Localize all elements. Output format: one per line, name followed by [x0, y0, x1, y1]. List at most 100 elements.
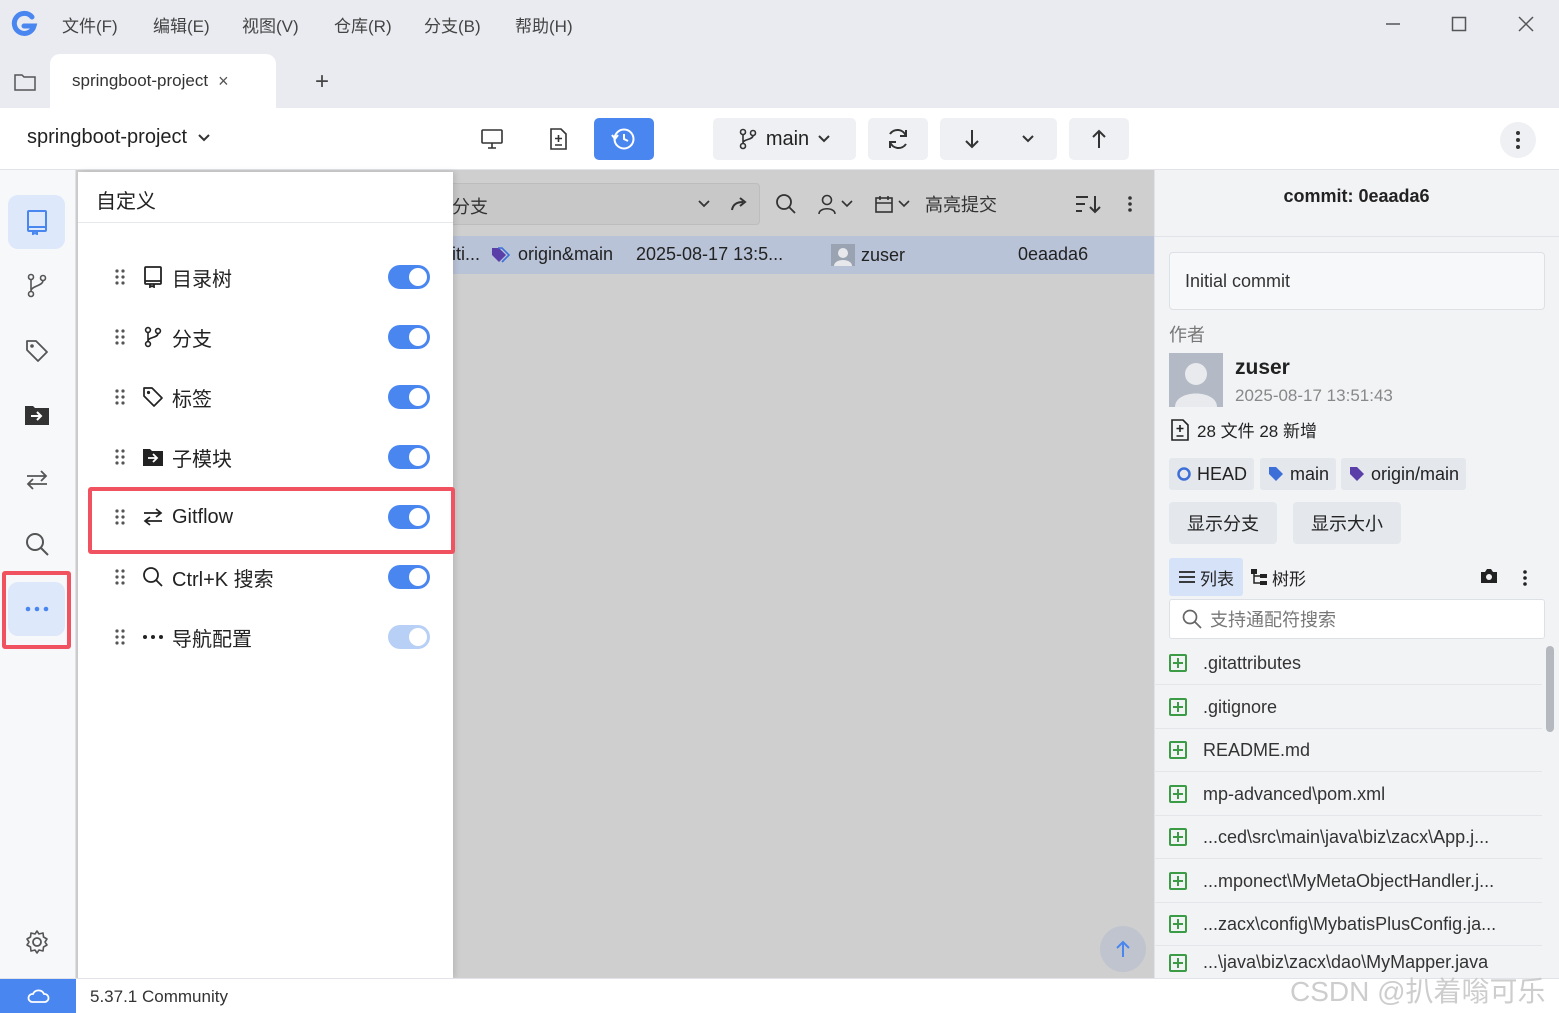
- config-item-label: 分支: [172, 328, 212, 351]
- sort-icon[interactable]: [1074, 190, 1102, 218]
- file-name: .gitattributes: [1203, 652, 1302, 673]
- monitor-icon: [481, 129, 503, 149]
- branch-selector[interactable]: main: [713, 118, 856, 160]
- drag-handle-icon[interactable]: [110, 269, 130, 285]
- nav-submodules[interactable]: [8, 388, 65, 442]
- file-list-scrollbar[interactable]: [1546, 646, 1554, 732]
- ref-main[interactable]: main: [1260, 458, 1337, 490]
- avatar: [1169, 353, 1223, 407]
- new-tab-button[interactable]: +: [306, 66, 338, 98]
- nav-branches[interactable]: [8, 259, 65, 313]
- history-button[interactable]: [594, 118, 654, 160]
- file-row[interactable]: README.md: [1154, 729, 1542, 772]
- cloud-button[interactable]: [0, 979, 76, 1013]
- minimize-button[interactable]: [1378, 10, 1408, 38]
- file-row[interactable]: ...zacx\config\MybatisPlusConfig.ja...: [1154, 903, 1542, 946]
- folder-icon[interactable]: [10, 68, 40, 96]
- nav-tags[interactable]: [8, 324, 65, 378]
- drag-handle-icon[interactable]: [110, 569, 130, 585]
- menu-branch[interactable]: 分支(B): [424, 12, 481, 37]
- head-circle-icon: [1177, 467, 1191, 481]
- menu-edit[interactable]: 编辑(E): [153, 12, 210, 37]
- tree-icon: [1251, 569, 1267, 585]
- close-window-button[interactable]: [1511, 10, 1541, 38]
- file-name: mp-advanced\pom.xml: [1203, 783, 1386, 804]
- drag-handle-icon[interactable]: [110, 449, 130, 465]
- ref-origin-main[interactable]: origin/main: [1341, 458, 1467, 490]
- workspace-button[interactable]: [462, 118, 522, 160]
- file-row[interactable]: mp-advanced\pom.xml: [1154, 773, 1542, 816]
- nav-search[interactable]: [8, 517, 65, 571]
- settings-button[interactable]: [8, 915, 65, 969]
- folder-arrow-icon: [24, 406, 49, 425]
- drag-handle-icon[interactable]: [110, 329, 130, 345]
- changes-button[interactable]: [528, 118, 588, 160]
- branch-name: main: [765, 127, 810, 150]
- fetch-button[interactable]: [868, 118, 928, 160]
- avatar: [831, 244, 855, 266]
- nav-gitflow[interactable]: [8, 453, 65, 507]
- list-view-button[interactable]: 列表: [1169, 558, 1243, 596]
- file-search-input[interactable]: 支持通配符搜索: [1169, 599, 1545, 639]
- push-button[interactable]: [1069, 118, 1129, 160]
- scroll-to-top-button[interactable]: [1100, 926, 1146, 972]
- drag-handle-icon[interactable]: [110, 389, 130, 405]
- file-row[interactable]: .gitignore: [1154, 686, 1542, 729]
- repo-selector[interactable]: springboot-project: [27, 126, 211, 149]
- add-file-icon: [1169, 915, 1187, 933]
- chevron-down-icon[interactable]: [698, 190, 710, 218]
- file-row[interactable]: ...mponect\MyMetaObjectHandler.j...: [1154, 860, 1542, 903]
- toggle-submodules[interactable]: [388, 445, 430, 469]
- commit-hash: 0eaada6: [1018, 244, 1089, 264]
- add-file-icon: [1169, 785, 1187, 803]
- more-vertical-icon[interactable]: [1522, 569, 1528, 587]
- ref-head[interactable]: HEAD: [1169, 458, 1255, 490]
- pull-button[interactable]: [940, 118, 1057, 160]
- chevron-down-icon: [898, 200, 910, 208]
- chevron-down-icon[interactable]: [1021, 134, 1035, 144]
- menu-repo[interactable]: 仓库(R): [334, 12, 392, 37]
- file-row[interactable]: ...ced\src\main\java\biz\zacx\App.j...: [1154, 816, 1542, 859]
- tab-title: springboot-project: [72, 71, 209, 90]
- highlight-commits-button[interactable]: 高亮提交: [925, 190, 997, 218]
- author-filter[interactable]: [817, 190, 853, 218]
- swap-icon: [26, 470, 47, 490]
- tag-icon: [492, 246, 511, 263]
- menu-view[interactable]: 视图(V): [242, 12, 299, 37]
- title-bar: [0, 0, 1559, 48]
- tree-view-label: 树形: [1272, 569, 1306, 589]
- commit-refs-label: origin&main: [518, 244, 614, 264]
- more-vertical-icon[interactable]: [1127, 190, 1133, 218]
- toggle-nav-config: [388, 625, 430, 649]
- toggle-branches[interactable]: [388, 325, 430, 349]
- arrow-up-icon: [1092, 129, 1106, 148]
- commit-detail-title: commit: 0eaada6: [1283, 186, 1430, 206]
- close-tab-icon[interactable]: ×: [218, 71, 229, 92]
- maximize-button[interactable]: [1444, 10, 1474, 38]
- toggle-tags[interactable]: [388, 385, 430, 409]
- branch-filter[interactable]: [450, 183, 760, 225]
- jump-icon[interactable]: [730, 190, 748, 218]
- search-icon[interactable]: [775, 190, 797, 218]
- date-filter[interactable]: [874, 190, 910, 218]
- show-branches-button[interactable]: 显示分支: [1169, 502, 1277, 544]
- menu-help[interactable]: 帮助(H): [515, 12, 573, 37]
- file-row[interactable]: .gitattributes: [1154, 642, 1542, 685]
- calendar-icon: [875, 196, 893, 213]
- tree-view-button[interactable]: 树形: [1250, 558, 1320, 596]
- drag-handle-icon[interactable]: [110, 629, 130, 645]
- tab-project[interactable]: springboot-project ×: [50, 54, 276, 108]
- toggle-file-tree[interactable]: [388, 265, 430, 289]
- commit-message: iti...: [452, 244, 481, 264]
- search-icon: [140, 566, 166, 588]
- more-options-button[interactable]: [1500, 122, 1536, 158]
- commit-author-name: zuser: [861, 244, 906, 265]
- toggle-search[interactable]: [388, 565, 430, 589]
- menu-file[interactable]: 文件(F): [62, 12, 118, 37]
- list-view-label: 列表: [1200, 569, 1234, 589]
- show-size-button[interactable]: 显示大小: [1293, 502, 1401, 544]
- add-file-icon: [1169, 872, 1187, 890]
- camera-icon[interactable]: [1480, 568, 1498, 584]
- version-label: 5.37.1 Community: [90, 987, 228, 1006]
- nav-file-tree[interactable]: [8, 195, 65, 249]
